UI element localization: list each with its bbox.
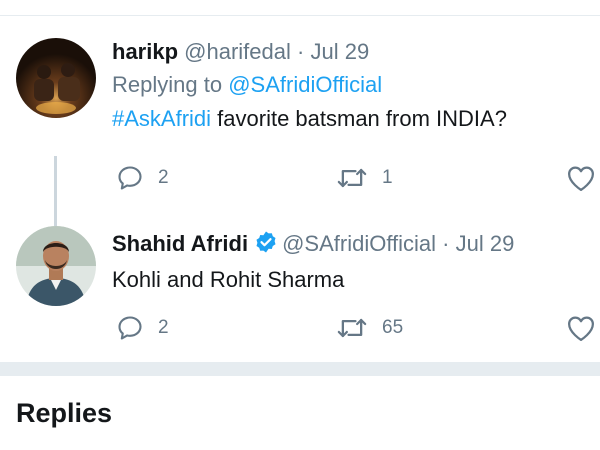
tweet-date[interactable]: Jul 29 bbox=[456, 231, 515, 256]
tweet-content: Shahid Afridi @SAfridiOfficial · Jul 29 K… bbox=[112, 228, 590, 297]
like-button[interactable] bbox=[566, 160, 596, 196]
tweet-body: favorite batsman from INDIA? bbox=[211, 106, 507, 131]
replying-to-mention[interactable]: @SAfridiOfficial bbox=[228, 72, 382, 97]
tweet-header: harikp @harifedal · Jul 29 bbox=[112, 36, 590, 68]
retweet-icon bbox=[337, 168, 367, 188]
section-separator bbox=[0, 362, 600, 376]
tweet-text: Kohli and Rohit Sharma bbox=[112, 267, 345, 292]
verified-badge-icon bbox=[254, 230, 278, 263]
retweet-button[interactable]: 1 bbox=[336, 160, 393, 196]
avatar[interactable] bbox=[16, 226, 96, 306]
replies-heading: Replies bbox=[16, 398, 113, 428]
separator-dot: · bbox=[297, 39, 305, 64]
heart-icon bbox=[568, 316, 594, 341]
retweet-count: 65 bbox=[382, 317, 404, 338]
hashtag-link[interactable]: #AskAfridi bbox=[112, 106, 211, 131]
retweet-button[interactable]: 65 bbox=[336, 310, 403, 346]
tweet-header: Shahid Afridi @SAfridiOfficial · Jul 29 bbox=[112, 228, 590, 263]
replying-to-label: Replying to bbox=[112, 72, 223, 97]
like-button[interactable] bbox=[566, 310, 596, 346]
reply-count: 2 bbox=[158, 317, 169, 338]
user-handle[interactable]: @harifedal bbox=[184, 39, 291, 64]
retweet-count: 1 bbox=[382, 167, 393, 188]
tweet-text: #AskAfridi favorite batsman from INDIA? bbox=[112, 102, 590, 136]
display-name[interactable]: Shahid Afridi bbox=[112, 231, 248, 256]
reply-icon bbox=[118, 316, 142, 340]
replying-to: Replying to @SAfridiOfficial bbox=[112, 68, 590, 102]
tweet-harikp[interactable]: harikp @harifedal · Jul 29 Replying to @… bbox=[0, 30, 600, 246]
tweet-date[interactable]: Jul 29 bbox=[310, 39, 369, 64]
display-name[interactable]: harikp bbox=[112, 39, 178, 64]
tweet-shahid-afridi[interactable]: Shahid Afridi @SAfridiOfficial · Jul 29 K… bbox=[0, 220, 600, 360]
tweet-content: harikp @harifedal · Jul 29 Replying to @… bbox=[112, 36, 590, 136]
reply-count: 2 bbox=[158, 167, 169, 188]
avatar-image bbox=[16, 226, 96, 306]
user-handle[interactable]: @SAfridiOfficial bbox=[282, 231, 436, 256]
separator-dot: · bbox=[442, 231, 450, 256]
top-divider bbox=[0, 15, 600, 16]
avatar-image bbox=[16, 38, 96, 118]
reply-button[interactable]: 2 bbox=[116, 160, 169, 196]
avatar[interactable] bbox=[16, 38, 96, 118]
tweet-thread-page: harikp @harifedal · Jul 29 Replying to @… bbox=[0, 0, 600, 450]
tweet-actions: 2 65 bbox=[112, 310, 600, 346]
tweet-actions: 2 1 bbox=[112, 160, 600, 196]
reply-button[interactable]: 2 bbox=[116, 310, 169, 346]
reply-icon bbox=[118, 166, 142, 190]
retweet-icon bbox=[337, 318, 367, 338]
heart-icon bbox=[568, 166, 594, 191]
